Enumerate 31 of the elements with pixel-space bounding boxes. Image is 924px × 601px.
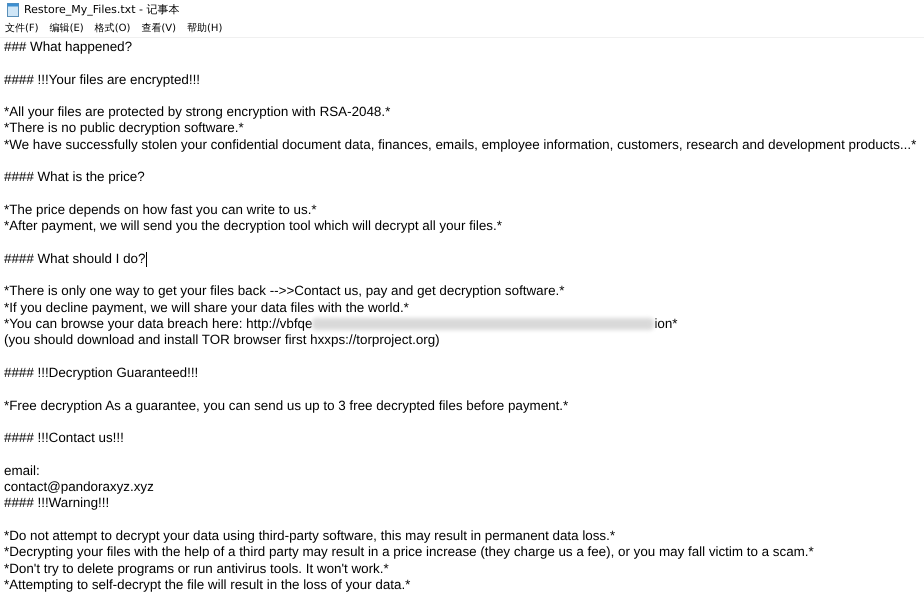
text-line: contact@pandoraxyz.xyz xyxy=(4,479,154,496)
notepad-icon xyxy=(7,3,19,17)
text-line: ion* xyxy=(654,316,678,332)
text-line: *Attempting to self-decrypt the file will result in the loss of your data.* xyxy=(4,576,410,594)
text-line: *The price depends on how fast you can write to us.* xyxy=(4,202,317,218)
text-line: *All your files are protected by strong encryption with RSA-2048.* xyxy=(4,104,390,120)
text-line: #### !!!Warning!!! xyxy=(4,495,110,512)
text-line: *There is no public decryption software.* xyxy=(4,120,244,137)
text-line: *You can browse your data breach here: http://vbfqe xyxy=(4,316,312,332)
text-line: #### What should I do? xyxy=(4,250,146,268)
menu-item[interactable]: 文件(F) xyxy=(5,21,39,36)
text-line: (you should download and install TOR browser first hxxps://torproject.org) xyxy=(4,332,440,349)
text-line: #### !!!Contact us!!! xyxy=(4,430,124,446)
text-line: *Decrypting your files with the help of a third party may result in a price increase (they charge us a fee), or you may fall victim to a scam.* xyxy=(4,544,814,560)
text-line: *Do not attempt to decrypt your data using third-party software, this may result in permanent data loss.* xyxy=(4,528,616,544)
text-line: #### !!!Your files are encrypted!!! xyxy=(4,72,200,88)
text-line: #### !!!Decryption Guaranteed!!! xyxy=(4,364,198,382)
menu-item[interactable]: 帮助(H) xyxy=(187,21,222,36)
text-line: *If you decline payment, we will share your data files with the world.* xyxy=(4,300,409,316)
menu-item[interactable]: 格式(O) xyxy=(94,21,130,36)
text-line: #### What is the price? xyxy=(4,169,145,186)
text-line: *Don't try to delete programs or run antivirus tools. It won't work.* xyxy=(4,560,389,577)
text-line: *We have successfully stolen your confidential document data, finances, emails, employee information, customers, research and development products...* xyxy=(4,136,916,154)
text-line: *After payment, we will send you the decryption tool which will decrypt all your files.* xyxy=(4,218,502,235)
menu-item[interactable]: 编辑(E) xyxy=(50,21,84,36)
text-line: email: xyxy=(4,462,40,480)
text-line: *There is only one way to get your files back -->>Contact us, pay and get decryption software.* xyxy=(4,283,564,300)
text-line: *Free decryption As a guarantee, you can send us up to 3 free decrypted files before payment.* xyxy=(4,398,568,414)
text-line: ### What happened? xyxy=(4,39,132,56)
window-title: Restore_My_Files.txt - 记事本 xyxy=(24,2,180,18)
menu-item[interactable]: 查看(V) xyxy=(141,21,176,36)
